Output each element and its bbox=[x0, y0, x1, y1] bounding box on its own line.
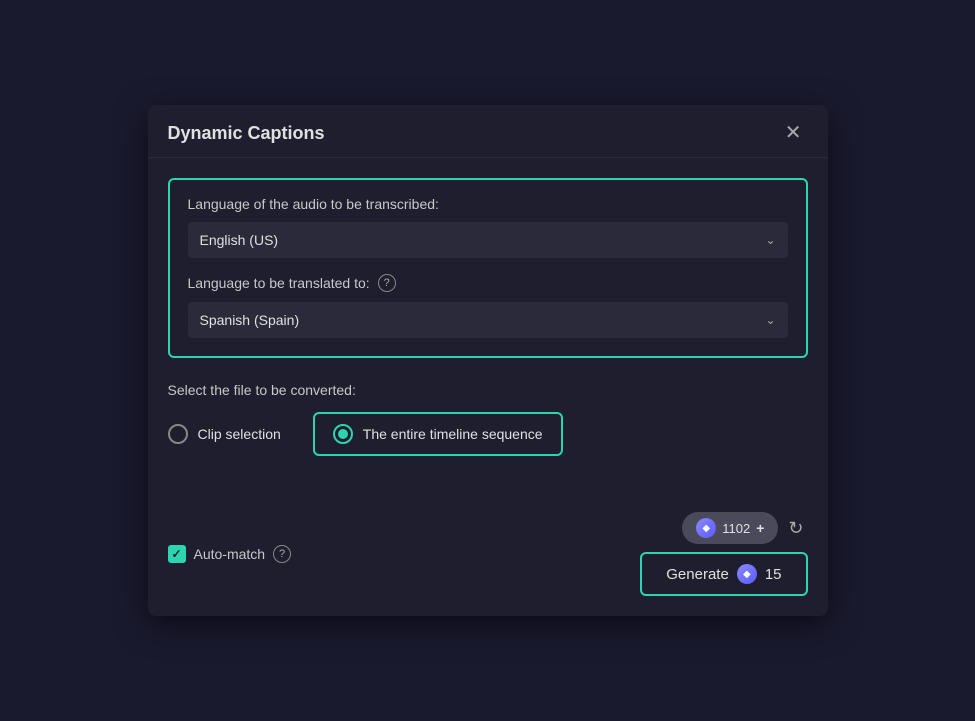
convert-label: Select the file to be converted: bbox=[168, 382, 808, 398]
transcribe-select-wrapper: English (US) English (UK) French German … bbox=[188, 222, 788, 258]
clip-radio-label: Clip selection bbox=[198, 426, 281, 442]
dialog-header: Dynamic Captions ✕ bbox=[148, 105, 828, 158]
timeline-selection-option[interactable]: The entire timeline sequence bbox=[313, 412, 563, 456]
transcribe-label: Language of the audio to be transcribed: bbox=[188, 196, 788, 212]
convert-section: Select the file to be converted: Clip se… bbox=[168, 382, 808, 456]
auto-match-label: Auto-match bbox=[194, 546, 266, 562]
language-section: Language of the audio to be transcribed:… bbox=[168, 178, 808, 358]
generate-button[interactable]: Generate ◆ 15 bbox=[640, 552, 807, 596]
radio-options: Clip selection The entire timeline seque… bbox=[168, 412, 808, 456]
auto-match-help-icon[interactable]: ? bbox=[273, 545, 291, 563]
dialog-body: Language of the audio to be transcribed:… bbox=[148, 158, 828, 500]
dialog-title: Dynamic Captions bbox=[168, 123, 325, 144]
clip-radio-circle bbox=[168, 424, 188, 444]
dialog-footer: ✓ Auto-match ? ◆ 1102 + ↻ Generate bbox=[148, 500, 828, 616]
clip-selection-option[interactable]: Clip selection bbox=[168, 424, 281, 444]
translate-language-select[interactable]: Spanish (Spain) French German Italian Ja… bbox=[188, 302, 788, 338]
translate-select-wrapper: Spanish (Spain) French German Italian Ja… bbox=[188, 302, 788, 338]
close-button[interactable]: ✕ bbox=[779, 121, 808, 145]
auto-match-row: ✓ Auto-match ? bbox=[168, 545, 292, 563]
footer-actions: ◆ 1102 + ↻ Generate ◆ 15 bbox=[640, 512, 807, 596]
credits-count: 1102 bbox=[722, 521, 750, 536]
checkbox-check-icon: ✓ bbox=[171, 547, 181, 561]
transcribe-language-select[interactable]: English (US) English (UK) French German … bbox=[188, 222, 788, 258]
generate-credits-icon: ◆ bbox=[737, 564, 757, 584]
credits-button[interactable]: ◆ 1102 + bbox=[682, 512, 778, 544]
translate-label: Language to be translated to: bbox=[188, 275, 370, 291]
timeline-radio-label: The entire timeline sequence bbox=[363, 426, 543, 442]
timeline-radio-circle bbox=[333, 424, 353, 444]
dynamic-captions-dialog: Dynamic Captions ✕ Language of the audio… bbox=[148, 105, 828, 616]
translate-help-icon[interactable]: ? bbox=[378, 274, 396, 292]
translate-label-row: Language to be translated to: ? bbox=[188, 274, 788, 292]
credits-diamond-icon: ◆ bbox=[696, 518, 716, 538]
auto-match-checkbox[interactable]: ✓ bbox=[168, 545, 186, 563]
generate-credits-count: 15 bbox=[765, 566, 782, 583]
refresh-button[interactable]: ↻ bbox=[784, 514, 807, 543]
credits-refresh-row: ◆ 1102 + ↻ bbox=[682, 512, 807, 544]
generate-label: Generate bbox=[666, 566, 729, 583]
credits-plus-icon: + bbox=[756, 520, 764, 536]
